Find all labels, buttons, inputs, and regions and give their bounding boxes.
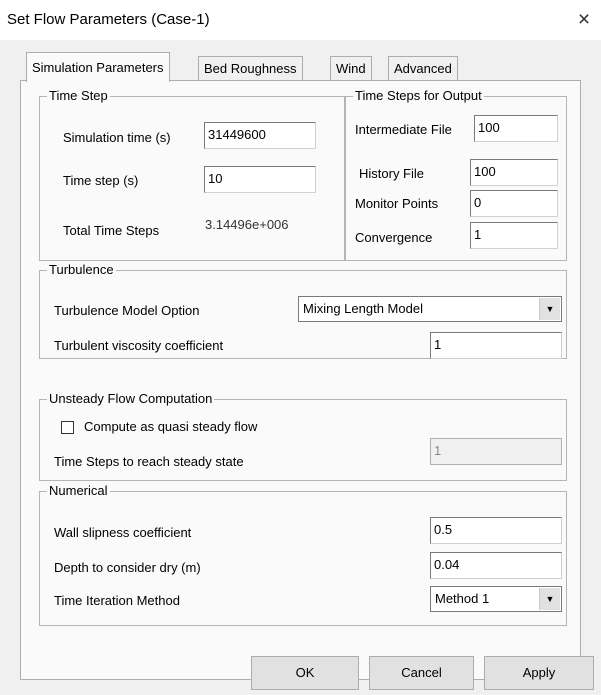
convergence-label: Convergence (355, 230, 433, 245)
simulation-time-field[interactable]: 31449600 (204, 122, 316, 149)
group-label: Time Step (47, 88, 110, 104)
time-step-label: Time step (s) (63, 173, 139, 188)
turbulence-model-label: Turbulence Model Option (54, 303, 200, 318)
tab-wind[interactable]: Wind (330, 56, 372, 81)
turbulent-viscosity-label: Turbulent viscosity coefficient (54, 338, 224, 353)
cancel-button[interactable]: Cancel (369, 656, 474, 690)
quasi-steady-label: Compute as quasi steady flow (84, 419, 258, 434)
group-label: Time Steps for Output (353, 88, 484, 104)
turbulent-viscosity-field[interactable]: 1 (430, 332, 562, 359)
total-time-steps-value: 3.14496e+006 (205, 217, 289, 232)
time-step-field[interactable]: 10 (204, 166, 316, 193)
time-iteration-label: Time Iteration Method (54, 593, 180, 608)
steady-state-steps-field[interactable]: 1 (430, 438, 562, 465)
history-file-field[interactable]: 100 (470, 159, 558, 186)
wall-slipness-label: Wall slipness coefficient (54, 525, 192, 540)
group-label: Turbulence (47, 262, 116, 278)
wall-slipness-field[interactable]: 0.5 (430, 517, 562, 544)
monitor-points-label: Monitor Points (355, 196, 439, 211)
convergence-field[interactable]: 1 (470, 222, 558, 249)
ok-button[interactable]: OK (251, 656, 359, 690)
steady-state-steps-label: Time Steps to reach steady state (54, 454, 244, 469)
turbulence-model-select[interactable]: Mixing Length Model ▼ (298, 296, 562, 322)
history-file-label: History File (359, 166, 425, 181)
tab-advanced[interactable]: Advanced (388, 56, 458, 81)
tab-simulation-parameters[interactable]: Simulation Parameters (26, 52, 170, 82)
tab-bed-roughness[interactable]: Bed Roughness (198, 56, 303, 81)
intermediate-file-label: Intermediate File (355, 122, 452, 137)
total-time-steps-label: Total Time Steps (63, 223, 160, 238)
group-label: Unsteady Flow Computation (47, 391, 215, 407)
tab-panel: Time Step Simulation time (s) 31449600 T… (20, 80, 581, 680)
dry-depth-field[interactable]: 0.04 (430, 552, 562, 579)
chevron-down-icon[interactable]: ▼ (539, 298, 560, 320)
time-iteration-value: Method 1 (435, 591, 490, 606)
dry-depth-label: Depth to consider dry (m) (54, 560, 201, 575)
chevron-down-icon[interactable]: ▼ (539, 588, 560, 610)
turbulence-model-value: Mixing Length Model (303, 301, 423, 316)
monitor-points-field[interactable]: 0 (470, 190, 558, 217)
intermediate-file-field[interactable]: 100 (474, 115, 558, 142)
apply-button[interactable]: Apply (484, 656, 594, 690)
window-title: Set Flow Parameters (Case-1) (7, 11, 210, 28)
close-icon[interactable]: × (571, 7, 597, 33)
time-iteration-select[interactable]: Method 1 ▼ (430, 586, 562, 612)
quasi-steady-checkbox[interactable] (61, 421, 74, 434)
group-label: Numerical (47, 483, 110, 499)
simulation-time-label: Simulation time (s) (63, 130, 171, 145)
